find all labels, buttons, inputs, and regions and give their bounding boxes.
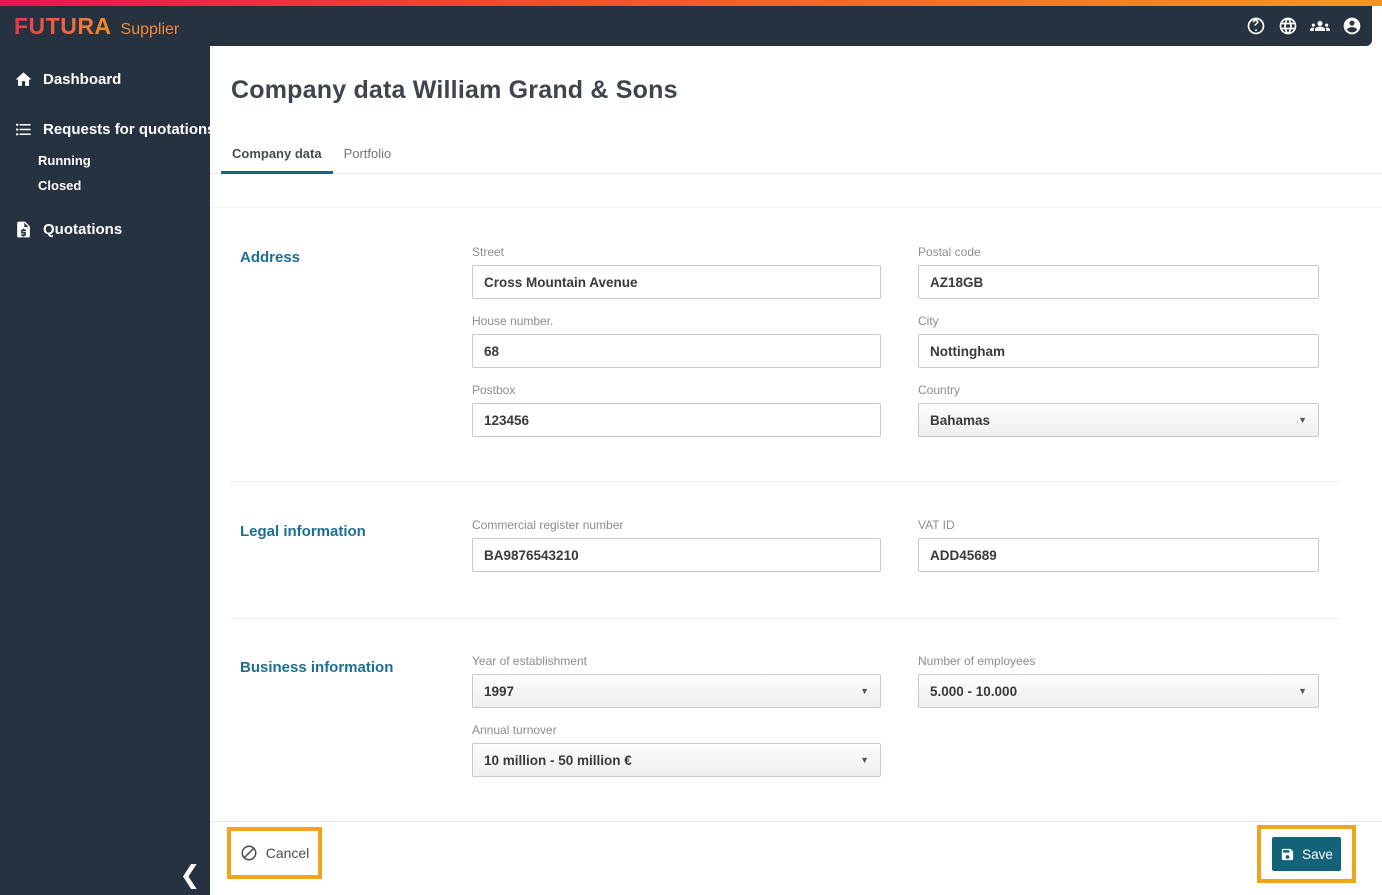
country-select[interactable]: Bahamas ▼ [918,403,1319,437]
field-commercial-register-number: Commercial register number [472,518,881,572]
section-title-address: Address [240,249,301,266]
chevron-down-icon: ▼ [1298,415,1307,425]
brand-name: FUTURA [14,12,112,39]
year-of-establishment-select[interactable]: 1997 ▼ [472,674,881,708]
topbar-icons [1245,16,1372,37]
block-icon [241,845,257,861]
sidebar-subitem-running[interactable]: Running [0,148,210,173]
sidebar-collapse-chevron-icon[interactable]: ❮ [176,858,204,892]
chevron-down-icon: ▼ [1298,686,1307,696]
field-year-of-establishment: Year of establishment 1997 ▼ [472,654,881,708]
tab-bar: Company data Portfolio [210,146,1382,174]
sidebar: Dashboard Requests for quotations Runnin… [0,6,216,895]
field-city: City [918,314,1319,368]
field-label: Commercial register number [472,518,624,532]
save-button[interactable]: Save [1272,837,1341,871]
footer-divider [210,821,1382,822]
sidebar-item-label: Quotations [43,220,123,238]
main-content: Company data William Grand & Sons Compan… [210,46,1382,895]
content-divider [210,207,1382,208]
field-street: Street [472,245,881,299]
street-input[interactable] [472,265,881,299]
save-annotation-highlight: Save [1257,825,1356,883]
brand-product-label: Supplier [120,20,180,38]
postbox-input[interactable] [472,403,881,437]
quotation-receipt-icon [17,221,30,237]
account-icon[interactable] [1341,16,1362,37]
field-number-of-employees: Number of employees 5.000 - 10.000 ▼ [918,654,1319,708]
annual-turnover-select[interactable]: 10 million - 50 million € ▼ [472,743,881,777]
tab-portfolio[interactable]: Portfolio [333,146,403,174]
chevron-down-icon: ▼ [860,755,869,765]
sidebar-item-requests-for-quotations[interactable]: Requests for quotations [0,110,216,148]
postal-code-input[interactable] [918,265,1319,299]
field-label: Year of establishment [472,654,587,668]
app-window: FUTURA Supplier Dashboard Requests for q… [0,0,1382,895]
commercial-register-number-input[interactable] [472,538,881,572]
field-label: House number. [472,314,554,328]
field-label: Number of employees [918,654,1036,668]
tab-company-data[interactable]: Company data [221,146,333,174]
section-divider [230,481,1340,482]
field-label: Country [918,383,961,397]
chevron-down-icon: ▼ [860,686,869,696]
cancel-annotation-highlight: Cancel [227,827,322,879]
field-label: Postbox [472,383,516,397]
field-vat-id: VAT ID [918,518,1319,572]
brand-logo[interactable]: FUTURA Supplier [0,13,179,40]
field-label: City [918,314,939,328]
field-postal-code: Postal code [918,245,1319,299]
sidebar-item-label: Dashboard [43,70,122,88]
field-house-number: House number. [472,314,881,368]
section-title-legal-information: Legal information [240,523,366,540]
home-icon [15,71,32,86]
vat-id-input[interactable] [918,538,1319,572]
top-header-bar: FUTURA Supplier [0,6,1372,46]
section-title-business-information: Business information [240,659,394,676]
field-country: Country Bahamas ▼ [918,383,1319,437]
list-icon [15,123,31,135]
help-icon[interactable] [1245,16,1266,37]
section-divider [230,618,1340,619]
page-title: Company data William Grand & Sons [231,76,678,104]
field-postbox: Postbox [472,383,881,437]
city-input[interactable] [918,334,1319,368]
cancel-button[interactable]: Cancel [234,840,316,866]
house-number-input[interactable] [472,334,881,368]
field-label: VAT ID [918,518,955,532]
save-floppy-icon [1281,848,1294,860]
users-icon[interactable] [1309,16,1330,37]
number-of-employees-select[interactable]: 5.000 - 10.000 ▼ [918,674,1319,708]
sidebar-item-quotations[interactable]: Quotations [0,210,210,248]
sidebar-subitem-closed[interactable]: Closed [0,173,210,198]
field-label: Annual turnover [472,723,557,737]
field-annual-turnover: Annual turnover 10 million - 50 million … [472,723,881,777]
sidebar-item-label: Requests for quotations [43,120,216,138]
field-label: Street [472,245,505,259]
field-label: Postal code [918,245,981,259]
language-globe-icon[interactable] [1277,16,1298,37]
sidebar-item-dashboard[interactable]: Dashboard [0,60,210,98]
